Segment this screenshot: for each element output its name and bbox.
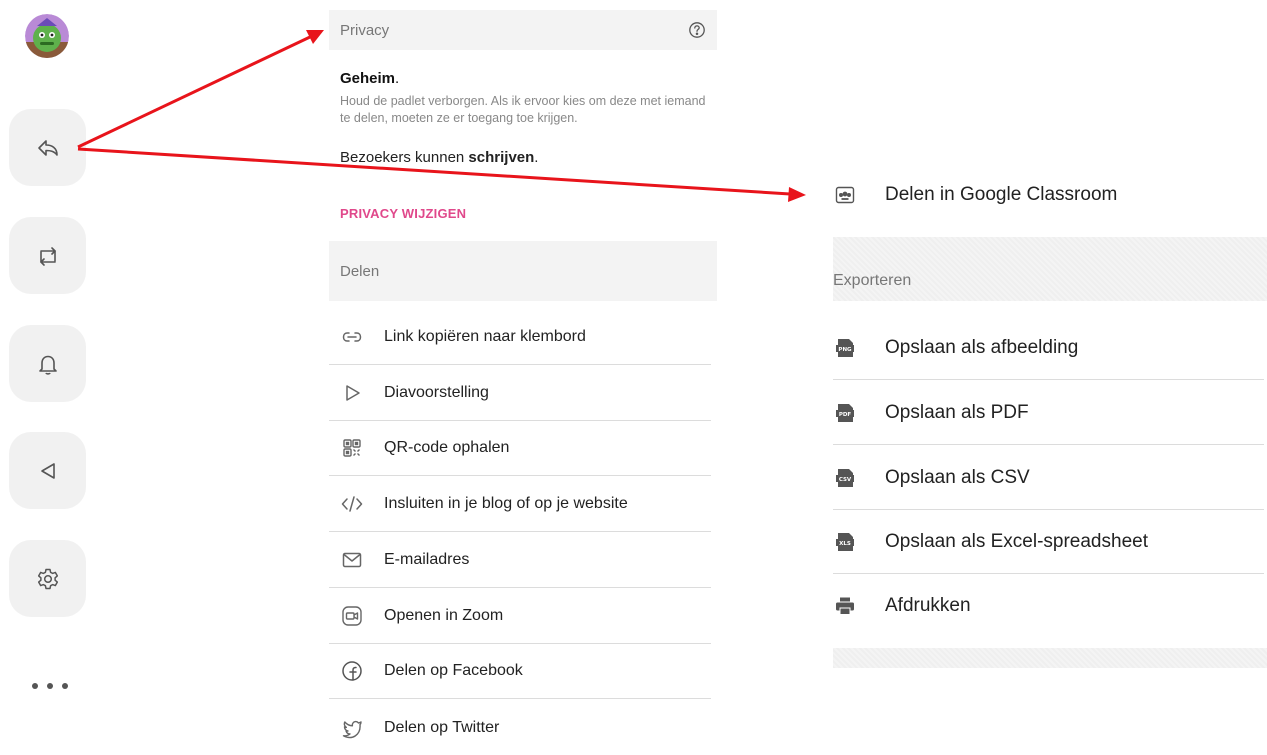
code-icon: [341, 496, 363, 512]
notifications-button[interactable]: [9, 325, 86, 402]
export-title: Exporteren: [833, 272, 912, 289]
png-file-icon: PNG: [836, 339, 854, 357]
save-pdf-item[interactable]: PDF Opslaan als PDF: [833, 381, 1264, 445]
privacy-header: Privacy: [329, 10, 717, 50]
svg-text:PDF: PDF: [839, 411, 852, 417]
google-classroom-icon: [835, 186, 855, 204]
zoom-item[interactable]: Openen in Zoom: [329, 589, 711, 644]
play-icon: [346, 385, 360, 401]
gear-icon: [37, 568, 58, 589]
xls-file-icon: XLS: [836, 533, 854, 551]
avatar[interactable]: [25, 14, 69, 58]
remake-icon: [39, 246, 56, 266]
remake-button[interactable]: [9, 217, 86, 294]
settings-button[interactable]: [9, 540, 86, 617]
twitter-item[interactable]: Delen op Twitter: [329, 700, 711, 755]
arrow-to-privacy: [77, 30, 324, 149]
email-item[interactable]: E-mailadres: [329, 533, 711, 588]
qr-code-item[interactable]: QR-code ophalen: [329, 421, 711, 476]
change-privacy-link[interactable]: PRIVACY WIJZIGEN: [340, 206, 466, 221]
svg-text:CSV: CSV: [839, 476, 852, 482]
privacy-mode: Geheim.: [340, 70, 400, 87]
share-button[interactable]: [9, 109, 86, 186]
google-classroom-item[interactable]: Delen in Google Classroom: [833, 167, 1264, 223]
save-excel-item[interactable]: XLS Opslaan als Excel-spreadsheet: [833, 511, 1264, 574]
help-icon[interactable]: [688, 21, 706, 39]
save-image-item[interactable]: PNG Opslaan als afbeelding: [833, 317, 1264, 380]
printer-icon: [836, 597, 854, 615]
svg-text:PNG: PNG: [838, 347, 852, 353]
link-icon: [342, 332, 362, 342]
csv-file-icon: CSV: [836, 468, 854, 487]
bell-icon: [38, 355, 57, 375]
mail-icon: [342, 552, 362, 568]
facebook-icon: [342, 661, 362, 681]
pdf-file-icon: PDF: [836, 403, 854, 422]
facebook-item[interactable]: Delen op Facebook: [329, 644, 711, 699]
copy-link-item[interactable]: Link kopiëren naar klembord: [329, 310, 711, 365]
slideshow-icon: [40, 462, 55, 479]
save-csv-item[interactable]: CSV Opslaan als CSV: [833, 446, 1264, 510]
share-section-header: Delen: [329, 241, 717, 301]
svg-text:XLS: XLS: [839, 541, 851, 547]
share-icon: [37, 139, 58, 156]
export-section-header: Exporteren: [833, 237, 1267, 301]
visitor-permission: Bezoekers kunnen schrijven.: [340, 149, 539, 166]
more-options-icon[interactable]: [32, 676, 68, 696]
slideshow-button[interactable]: [9, 432, 86, 509]
privacy-title: Privacy: [340, 21, 390, 39]
export-section-footer: [833, 648, 1267, 668]
zoom-icon: [342, 606, 362, 626]
twitter-icon: [342, 720, 362, 738]
slideshow-item[interactable]: Diavoorstelling: [329, 366, 711, 421]
print-item[interactable]: Afdrukken: [833, 575, 1264, 637]
privacy-description: Houd de padlet verborgen. Als ik ervoor …: [340, 94, 706, 125]
qr-code-icon: [343, 439, 361, 457]
embed-item[interactable]: Insluiten in je blog of op je website: [329, 477, 711, 532]
